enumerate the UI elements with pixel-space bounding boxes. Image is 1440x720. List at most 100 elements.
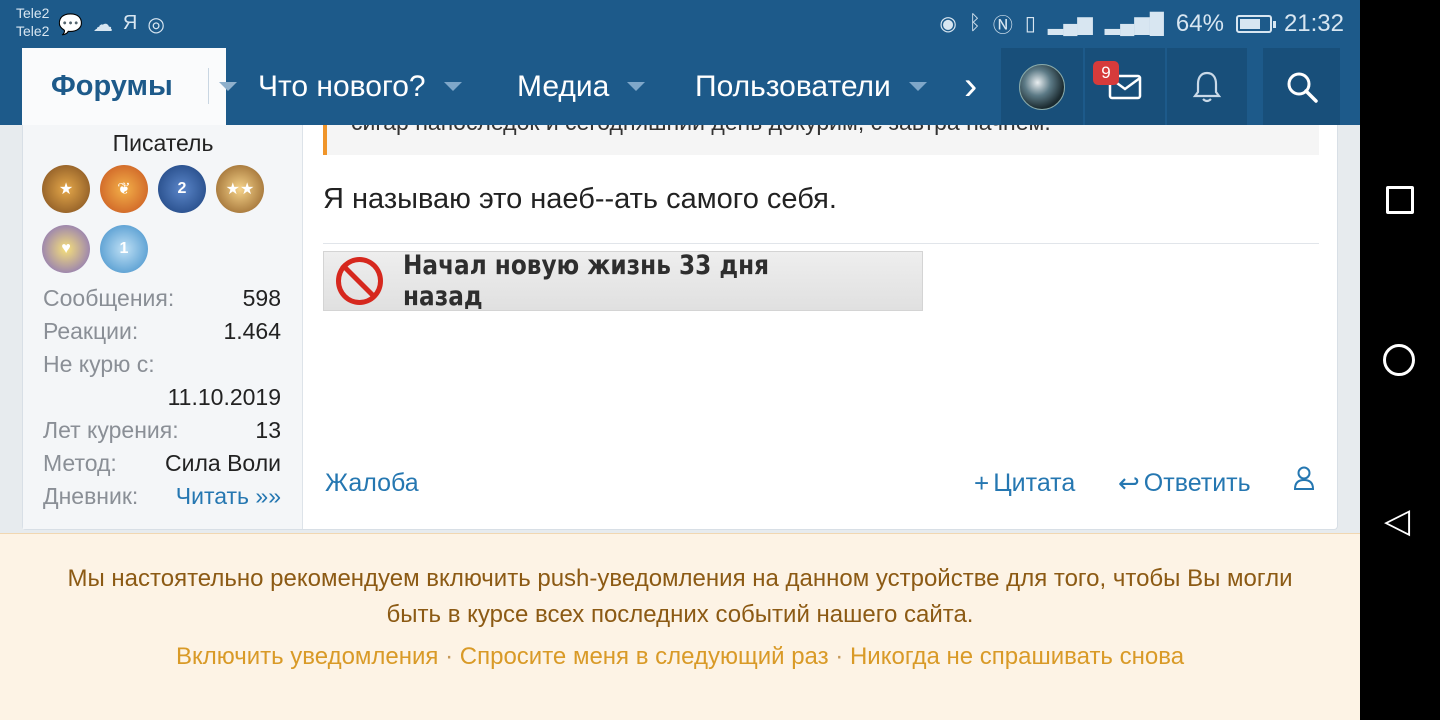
post-author-panel: Писатель ★ ❦ 2 ★★ ♥ 1 Сообщения: 598 Реа… [23, 125, 303, 529]
post-card: Писатель ★ ❦ 2 ★★ ♥ 1 Сообщения: 598 Реа… [22, 125, 1338, 530]
medal-icon[interactable]: ♥ [42, 225, 90, 273]
recents-icon[interactable] [1386, 186, 1414, 214]
notice-actions: Включить уведомления · Спросите меня в с… [0, 643, 1360, 671]
stat-label: Дневник: [43, 483, 139, 509]
user-icon [1293, 466, 1315, 490]
report-label: Жалоба [325, 469, 419, 497]
separator: · [445, 643, 460, 670]
stat-label: Не курю с: [43, 351, 155, 377]
bell-icon [1192, 71, 1222, 102]
carrier-1: Tele2 [16, 5, 50, 21]
stat-label: Сообщения: [43, 285, 175, 311]
clock: 21:32 [1283, 9, 1344, 37]
trophy-list: ★ ❦ 2 ★★ ♥ 1 [42, 165, 272, 273]
battery-icon [1235, 14, 1276, 33]
divider [208, 68, 209, 104]
trophy-number: 2 [177, 180, 187, 197]
search-icon [1287, 72, 1318, 103]
notice-message: Мы настоятельно рекомендуем включить pus… [67, 565, 1293, 628]
chat-icon: 💬 [58, 14, 83, 36]
plus-icon: + [974, 468, 990, 498]
stat-row: 11.10.2019 [43, 381, 281, 414]
signature-divider [323, 243, 1319, 244]
no-smoking-icon [336, 257, 384, 305]
signature-banner: Начал новую жизнь 33 дня назад [323, 250, 923, 312]
avatar [1019, 63, 1065, 110]
diary-link[interactable]: Читать »» [176, 480, 281, 513]
signal-icon: ▂▄▆█ [1104, 13, 1164, 35]
stat-value: 1.464 [223, 318, 281, 344]
trophy-icon[interactable]: ❦ [100, 165, 148, 213]
quote-button[interactable]: + Цитата [974, 465, 1075, 501]
stat-row: Сообщения: 598 [43, 282, 281, 315]
signal-4g-icon: ▂▄▆ [1047, 13, 1093, 35]
quote-label: Цитата [993, 469, 1076, 497]
stat-row: Метод: Сила Воли [43, 447, 281, 480]
quote-block: сигар напоследок и сегодняшний день доку… [323, 125, 1319, 155]
ask-later-link[interactable]: Спросите меня в следующий раз [460, 643, 829, 670]
reply-arrow-icon: ↩ [1118, 468, 1140, 498]
trophy-icon[interactable]: ★ [42, 165, 90, 213]
stat-label: Лет курения: [43, 417, 179, 443]
nav-tab-forums-label: Форумы [51, 70, 173, 102]
home-icon[interactable] [1383, 344, 1415, 376]
trophy-number: 1 [119, 240, 129, 257]
search-button[interactable] [1263, 48, 1340, 125]
chevron-down-icon[interactable] [219, 82, 237, 91]
inbox-button[interactable] [1085, 48, 1165, 125]
chevron-down-icon[interactable] [908, 82, 927, 91]
post-actions: Жалоба + Цитата ↩ Ответить [323, 465, 1319, 501]
reply-button[interactable]: ↩ Ответить [1118, 465, 1251, 501]
post-body: Я называю это наеб--ать самого себя. [323, 183, 837, 215]
push-notification-notice: Мы настоятельно рекомендуем включить pus… [0, 533, 1360, 720]
stat-row: Не курю с: [43, 348, 281, 381]
notification-icons: 💬 ☁ Я ◎ [58, 12, 165, 37]
yandex-icon: Я [122, 12, 138, 34]
status-bar: Tele2 Tele2 💬 ☁ Я ◎ ◉ ᛒ Ⓝ ▯ ▂▄▆ ▂▄▆█ 64%… [0, 0, 1360, 48]
back-icon[interactable]: ◁ [1384, 504, 1410, 538]
stat-value: 13 [255, 417, 281, 443]
nav-tab-members-label: Пользователи [695, 69, 891, 103]
signature-text: Начал новую жизнь 33 дня назад [403, 250, 770, 312]
chevron-right-icon[interactable]: › [964, 62, 977, 110]
chevron-down-icon[interactable] [443, 82, 462, 91]
nav-tab-members[interactable]: Пользователи [695, 48, 927, 125]
chrome-icon: ◎ [147, 14, 165, 36]
nav-tab-media[interactable]: Медиа [517, 48, 646, 125]
carrier-labels: Tele2 Tele2 [16, 4, 49, 40]
trophy-icon[interactable]: ★★ [216, 165, 264, 213]
bluetooth-icon: ᛒ [968, 12, 981, 34]
report-link[interactable]: Жалоба [325, 465, 419, 501]
stat-value: 11.10.2019 [167, 384, 281, 410]
trophy-icon[interactable]: 1 [100, 225, 148, 273]
stat-value: 598 [242, 285, 281, 311]
nfc-icon: Ⓝ [992, 15, 1013, 37]
vibrate-icon: ▯ [1024, 13, 1036, 35]
separator: · [835, 643, 850, 670]
nav-tab-media-label: Медиа [517, 69, 610, 103]
stat-row: Реакции: 1.464 [43, 315, 281, 348]
forum-navbar: Форумы Что нового? Медиа Пользователи › [0, 48, 1360, 125]
nav-tab-whats-new[interactable]: Что нового? [258, 48, 462, 125]
user-stats: Сообщения: 598 Реакции: 1.464 Не курю с:… [43, 282, 281, 513]
cloud-icon: ☁ [92, 14, 113, 36]
stat-row: Лет курения: 13 [43, 414, 281, 447]
reply-label: Ответить [1143, 469, 1251, 497]
quote-text: сигар напоследок и сегодняшний день доку… [351, 125, 1051, 136]
inbox-count-badge: 9 [1093, 61, 1119, 85]
enable-notifications-link[interactable]: Включить уведомления [176, 643, 439, 670]
battery-percent: 64% [1175, 9, 1224, 37]
nav-tab-forums[interactable]: Форумы [22, 48, 237, 125]
alerts-button[interactable] [1167, 48, 1247, 125]
trophy-icon[interactable]: 2 [158, 165, 206, 213]
never-ask-link[interactable]: Никогда не спрашивать снова [850, 643, 1184, 670]
nav-tab-whats-new-label: Что нового? [258, 69, 426, 103]
hotspot-icon: ◉ [939, 13, 957, 35]
stat-label: Реакции: [43, 318, 139, 344]
account-button[interactable] [1001, 48, 1083, 125]
chevron-down-icon[interactable] [627, 82, 646, 91]
user-menu-button[interactable] [1293, 465, 1315, 491]
user-title: Писатель [112, 130, 214, 156]
carrier-2: Tele2 [16, 23, 50, 39]
stat-row: Дневник: Читать »» [43, 480, 281, 513]
